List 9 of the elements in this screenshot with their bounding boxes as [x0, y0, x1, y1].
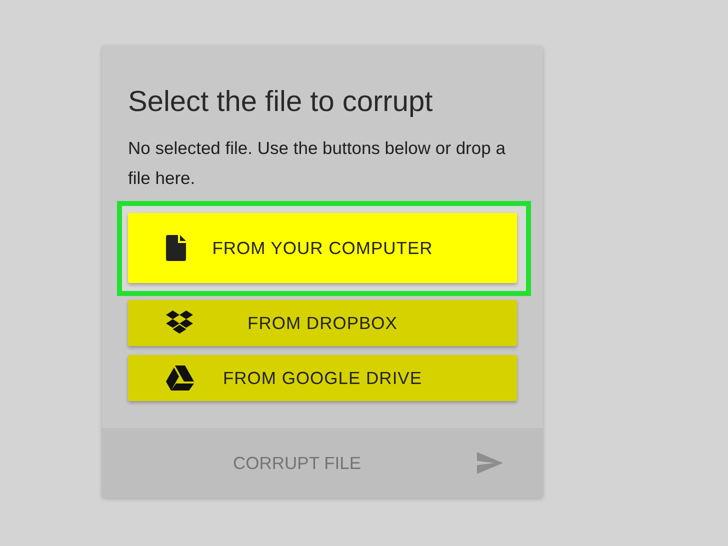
- card-title: Select the file to corrupt: [128, 86, 434, 119]
- send-icon[interactable]: [477, 452, 503, 474]
- source-button[interactable]: FROM YOUR COMPUTER: [128, 213, 517, 283]
- file-icon: [166, 235, 186, 261]
- triangle-logo-icon: [166, 366, 194, 390]
- instruction-text: No selected file. Use the buttons below or drop a file here.: [128, 137, 506, 190]
- source-button[interactable]: FROM DROPBOX: [128, 300, 517, 346]
- source-button[interactable]: FROM GOOGLE DRIVE: [128, 355, 517, 401]
- dropbox-icon: [166, 310, 193, 336]
